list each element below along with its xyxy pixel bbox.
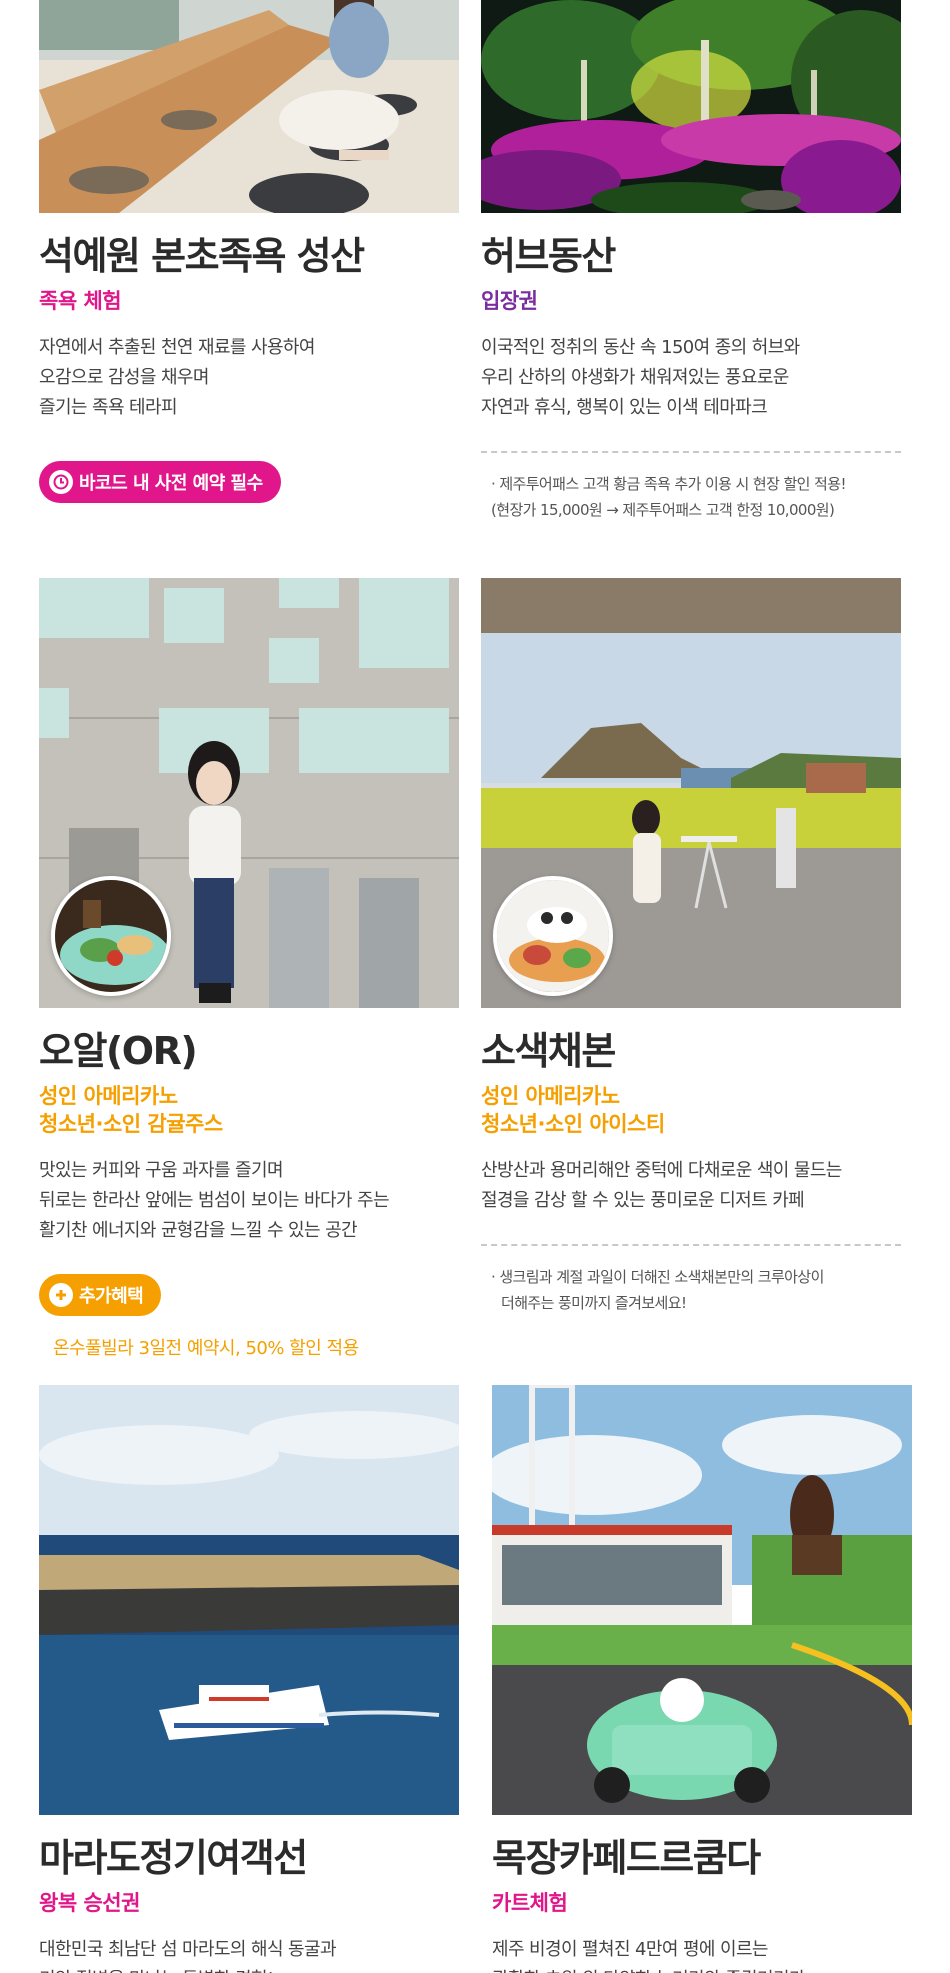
sosaek-cafe-photo — [481, 578, 901, 1008]
place-title: 허브동산 — [481, 234, 616, 278]
dashed-divider — [481, 450, 901, 453]
card-seogyewon[interactable]: 석예원 본초족욕 성산 족욕 체험 자연에서 추출된 천연 재료를 사용하여 오… — [39, 0, 459, 503]
ranch-cart-photo — [492, 1385, 912, 1815]
place-subtitle: 성인 아메리카노 청소년·소인 감귤주스 — [39, 1083, 223, 1136]
plus-circle-icon — [49, 1282, 73, 1307]
place-title: 마라도정기여객선 — [39, 1836, 308, 1880]
discount-note: · 제주투어패스 고객 황금 족욕 추가 이용 시 현장 할인 적용! (현장가… — [491, 474, 846, 519]
place-subtitle: 카트체험 — [492, 1890, 568, 1915]
footbath-photo — [39, 0, 459, 213]
herb-garden-photo — [481, 0, 901, 213]
dashed-divider — [481, 1243, 901, 1246]
dessert-thumbnail — [51, 876, 171, 996]
card-sosaek-chaebon[interactable]: 소색채본 성인 아메리카노 청소년·소인 아이스티 산방산과 용머리해안 중턱에… — [481, 578, 901, 1316]
place-description: 제주 비경이 펼쳐진 4만여 평에 이르는 광활한 초원 위 다양한 놀거리와 … — [492, 1938, 805, 1973]
benefit-text: 온수풀빌라 3일전 예약시, 50% 할인 적용 — [53, 1337, 359, 1359]
place-subtitle: 입장권 — [481, 288, 538, 313]
place-subtitle: 성인 아메리카노 청소년·소인 아이스티 — [481, 1083, 665, 1136]
menu-note: · 생크림과 계절 과일이 더해진 소색채본만의 크루아상이 더해주는 풍미까지… — [491, 1267, 824, 1312]
place-subtitle: 왕복 승선권 — [39, 1890, 140, 1915]
marado-ferry-photo — [39, 1385, 459, 1815]
place-description: 맛있는 커피와 구움 과자를 즐기며 뒤로는 한라산 앞에는 범섬이 보이는 바… — [39, 1159, 390, 1241]
place-description: 대한민국 최남단 섬 마라도의 해식 동굴과 기암 절벽을 만나는 특별한 경험… — [39, 1938, 337, 1973]
card-drukumda-ranch[interactable]: 목장카페드르쿰다 카트체험 제주 비경이 펼쳐진 4만여 평에 이르는 광활한 … — [492, 1385, 912, 1973]
clock-icon — [49, 469, 73, 494]
place-title: 오알(OR) — [39, 1029, 198, 1073]
card-herb-garden[interactable]: 허브동산 입장권 이국적인 정취의 동산 속 150여 종의 허브와 우리 산하… — [481, 0, 901, 523]
card-or-cafe[interactable]: 오알(OR) 성인 아메리카노 청소년·소인 감귤주스 맛있는 커피와 구움 과… — [39, 578, 459, 1360]
place-description: 산방산과 용머리해안 중턱에 다채로운 색이 물드는 절경을 감상 할 수 있는… — [481, 1159, 842, 1211]
extra-benefit-badge: 추가혜택 — [39, 1273, 162, 1316]
place-description: 이국적인 정취의 동산 속 150여 종의 허브와 우리 산하의 야생화가 채워… — [481, 336, 800, 418]
croissant-thumbnail — [493, 876, 613, 996]
place-title: 목장카페드르쿰다 — [492, 1836, 761, 1880]
place-title: 석예원 본초족욕 성산 — [39, 234, 365, 278]
reservation-badge: 바코드 내 사전 예약 필수 — [39, 460, 281, 503]
place-subtitle: 족욕 체험 — [39, 288, 122, 313]
place-title: 소색채본 — [481, 1029, 616, 1073]
or-cafe-photo — [39, 578, 459, 1008]
place-description: 자연에서 추출된 천연 재료를 사용하여 오감으로 감성을 채우며 즐기는 족욕… — [39, 336, 315, 418]
card-marado-ferry[interactable]: 마라도정기여객선 왕복 승선권 대한민국 최남단 섬 마라도의 해식 동굴과 기… — [39, 1385, 459, 1973]
